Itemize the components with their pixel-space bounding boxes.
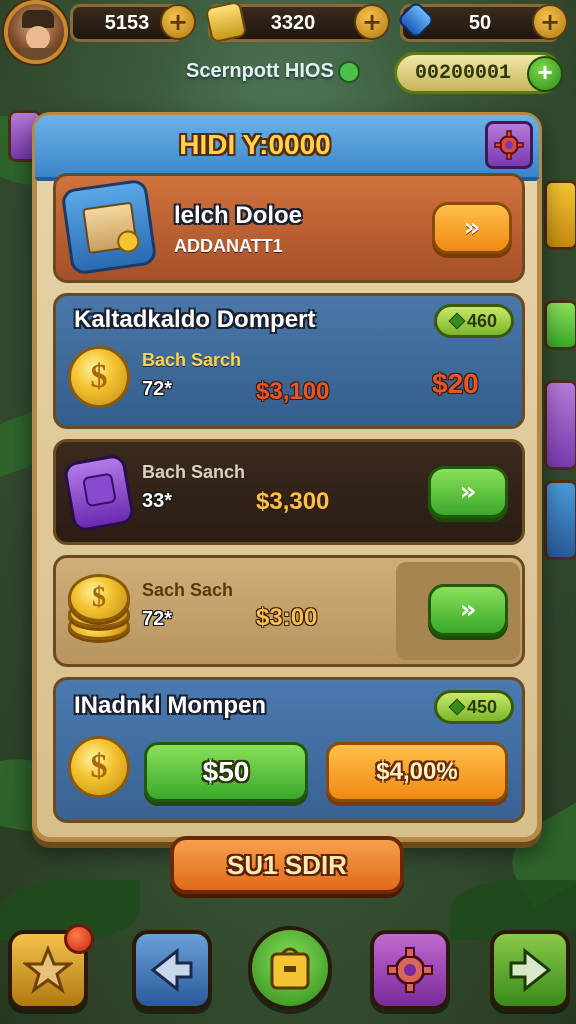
diamond-icon	[448, 312, 466, 330]
buy-green-button[interactable]: $50	[144, 742, 308, 802]
score-value: 00200001	[415, 61, 512, 85]
event-subtitle: Scernpott HIOS	[186, 60, 360, 83]
buy-orange-button[interactable]: $4,00%	[326, 742, 508, 802]
modal-title: HIDI Y:0000	[179, 129, 331, 160]
section-a-item-label: Bach Sarch	[142, 350, 242, 370]
arrow-right-icon	[509, 947, 552, 993]
gear-icon	[387, 947, 433, 993]
nav-back-button[interactable]	[132, 930, 212, 1010]
double-chevron-right-icon: »	[463, 213, 481, 243]
top-bar: 5153 + 3320 + 50 + Scernpott HIOS 002000…	[0, 0, 576, 100]
row-b-item-qty: 33*	[142, 490, 173, 512]
section-a-title: Kaltadkaldo Dompert	[74, 306, 316, 333]
gold-coin-icon: $	[68, 346, 130, 408]
row-b-card: Bach Sanch 33* $3,300 »	[53, 439, 525, 545]
player-avatar[interactable]	[4, 0, 68, 64]
featured-go-button[interactable]: »	[432, 202, 512, 254]
section-d-badge: 450	[434, 690, 514, 724]
section-d-card: INadnkl Mompen 450 $ $50 $4,00%	[53, 677, 525, 823]
section-a-card: Kaltadkaldo Dompert 460 $ Bach Sarch 72*…	[53, 293, 525, 429]
score-pill: 00200001 +	[394, 52, 563, 94]
currency-1-add-button[interactable]: +	[160, 4, 196, 40]
primary-action-button[interactable]: SU1 SDIR	[170, 836, 404, 894]
notification-dot	[64, 924, 94, 954]
row-b-buy-button[interactable]: »	[428, 466, 508, 518]
side-tab-right-green[interactable]	[544, 300, 576, 350]
money-bundle-icon	[60, 178, 158, 276]
gold-bar-icon	[204, 0, 248, 44]
modal-settings-button[interactable]	[485, 121, 533, 169]
section-a-item-price: $3,100	[256, 378, 330, 405]
currency-2-add-button[interactable]: +	[354, 4, 390, 40]
section-d-title: INadnkl Mompen	[74, 692, 267, 719]
featured-offer-card: lelch Doloe ADDANATT1 »	[53, 173, 525, 283]
nav-star-button[interactable]	[8, 924, 94, 1010]
row-b-item-price: $3,300	[256, 488, 330, 515]
star-icon	[23, 945, 73, 994]
row-b-item-label: Bach Sanch	[142, 462, 246, 482]
purple-chest-icon	[62, 453, 136, 533]
side-tab-right-blue[interactable]	[544, 480, 576, 560]
side-tab-right-purple[interactable]	[544, 380, 576, 470]
currency-3-add-button[interactable]: +	[532, 4, 568, 40]
smiley-icon	[337, 60, 360, 83]
arrow-left-icon	[150, 947, 193, 993]
row-c-item-label: Sach Sach	[142, 580, 234, 600]
shop-bag-icon	[270, 947, 310, 990]
section-a-item-qty: 72*	[142, 378, 173, 400]
gold-coin-icon: $	[68, 736, 130, 798]
nav-forward-button[interactable]	[490, 930, 570, 1010]
row-c-card: $ Sach Sach 72* $3:00 »	[53, 555, 525, 667]
section-a-badge: 460	[434, 304, 514, 338]
currency-1-value: 5153	[104, 11, 150, 34]
double-chevron-right-icon: »	[459, 477, 477, 507]
gear-icon	[494, 130, 524, 160]
currency-2-value: 3320	[270, 11, 316, 34]
score-add-button[interactable]: +	[527, 56, 563, 92]
row-c-item-price: $3:00	[256, 604, 318, 631]
nav-settings-button[interactable]	[370, 930, 450, 1010]
featured-title: lelch Doloe	[174, 202, 303, 229]
featured-subtitle: ADDANATT1	[174, 236, 283, 256]
double-chevron-right-icon: »	[459, 595, 477, 625]
side-tab-right-coin[interactable]	[544, 180, 576, 250]
row-c-item-qty: 72*	[142, 608, 173, 630]
nav-shop-button[interactable]	[248, 926, 332, 1010]
diamond-icon	[448, 698, 466, 716]
row-c-buy-button[interactable]: »	[428, 584, 508, 636]
currency-3-value: 50	[468, 11, 492, 34]
shop-modal: HIDI Y:0000 lelch Doloe ADDANATT1 » Kalt…	[32, 112, 542, 842]
section-a-price-right: $20	[432, 368, 479, 399]
modal-header: HIDI Y:0000	[35, 115, 539, 181]
